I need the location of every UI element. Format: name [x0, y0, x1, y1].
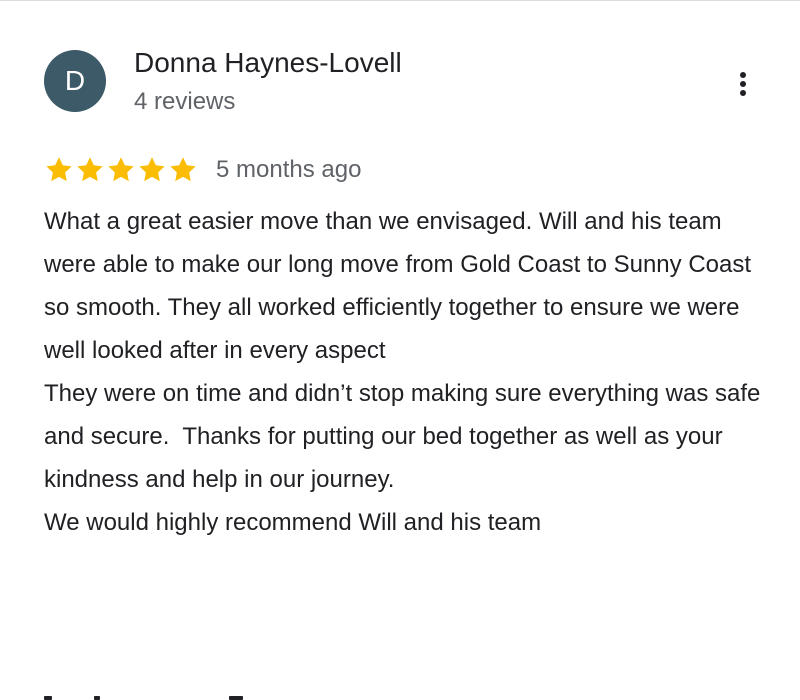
- avatar-initial: D: [64, 65, 86, 96]
- star-icon: [170, 157, 196, 182]
- star-icon: [108, 157, 134, 182]
- star-rating: [44, 155, 198, 185]
- star-icon: [77, 157, 103, 182]
- avatar[interactable]: D: [44, 50, 106, 112]
- star-icon: [46, 157, 72, 182]
- review-card: D Donna Haynes-Lovell 4 reviews 5 months…: [0, 0, 800, 700]
- more-vert-icon: [740, 72, 746, 96]
- more-options-button[interactable]: [728, 66, 758, 102]
- star-icon: [139, 157, 165, 182]
- clipped-next-content: [44, 688, 304, 700]
- review-count[interactable]: 4 reviews: [134, 88, 235, 116]
- reviewer-name[interactable]: Donna Haynes-Lovell: [134, 47, 402, 79]
- review-time: 5 months ago: [216, 156, 362, 183]
- review-text: What a great easier move than we envisag…: [44, 208, 761, 536]
- rating-row: 5 months ago: [44, 150, 361, 190]
